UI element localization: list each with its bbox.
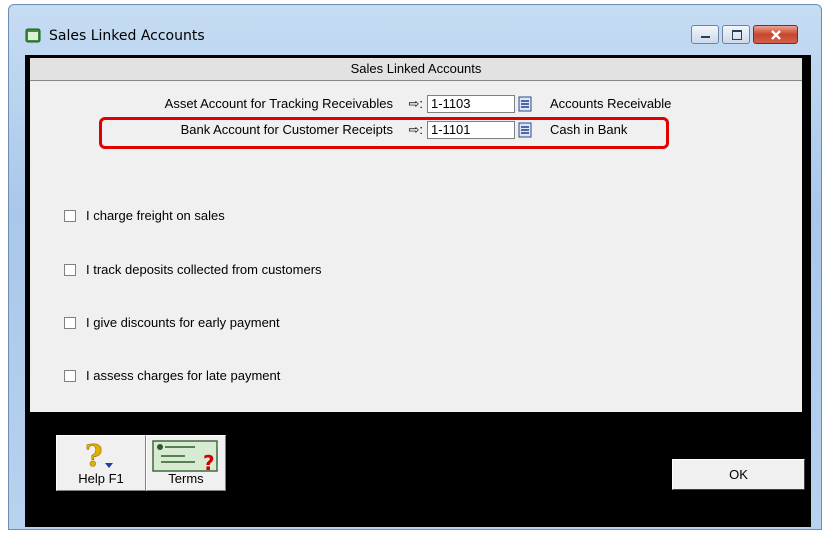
track-deposits-checkbox[interactable] xyxy=(64,264,76,276)
svg-text:?: ? xyxy=(85,440,103,470)
highlight-box xyxy=(99,117,669,149)
terms-check-icon: ? xyxy=(152,440,218,473)
close-button[interactable] xyxy=(753,25,798,44)
help-label: Help F1 xyxy=(78,471,124,486)
charge-freight-label: I charge freight on sales xyxy=(86,208,225,223)
receivables-row: Asset Account for Tracking Receivables ⇨… xyxy=(40,95,423,113)
track-deposits-label: I track deposits collected from customer… xyxy=(86,262,322,277)
maximize-icon xyxy=(732,30,742,40)
minimize-button[interactable] xyxy=(691,25,719,44)
close-icon xyxy=(771,30,781,40)
ok-button[interactable]: OK xyxy=(672,459,805,490)
minimize-icon xyxy=(701,36,710,38)
early-payment-discount-label: I give discounts for early payment xyxy=(86,315,280,330)
receivables-account-name: Accounts Receivable xyxy=(550,96,672,111)
late-payment-charge-label: I assess charges for late payment xyxy=(86,368,281,383)
section-header: Sales Linked Accounts xyxy=(30,58,802,81)
receivables-account-input[interactable]: 1-1103 xyxy=(427,95,515,113)
charge-freight-checkbox[interactable] xyxy=(64,210,76,222)
maximize-button[interactable] xyxy=(722,25,750,44)
receivables-account-label: Asset Account for Tracking Receivables xyxy=(164,96,393,111)
help-button[interactable]: ? Help F1 xyxy=(56,435,146,491)
app-icon xyxy=(25,28,41,43)
early-payment-discount-checkbox[interactable] xyxy=(64,317,76,329)
terms-label: Terms xyxy=(168,471,204,486)
account-lookup-icon[interactable] xyxy=(518,96,532,112)
title-bar[interactable]: Sales Linked Accounts xyxy=(9,5,821,57)
help-question-icon: ? xyxy=(85,440,113,470)
late-payment-charge-checkbox[interactable] xyxy=(64,370,76,382)
arrow-icon: ⇨: xyxy=(408,96,423,111)
svg-text:?: ? xyxy=(203,451,215,473)
terms-button[interactable]: ? Terms xyxy=(146,435,226,491)
window-title: Sales Linked Accounts xyxy=(49,28,205,44)
